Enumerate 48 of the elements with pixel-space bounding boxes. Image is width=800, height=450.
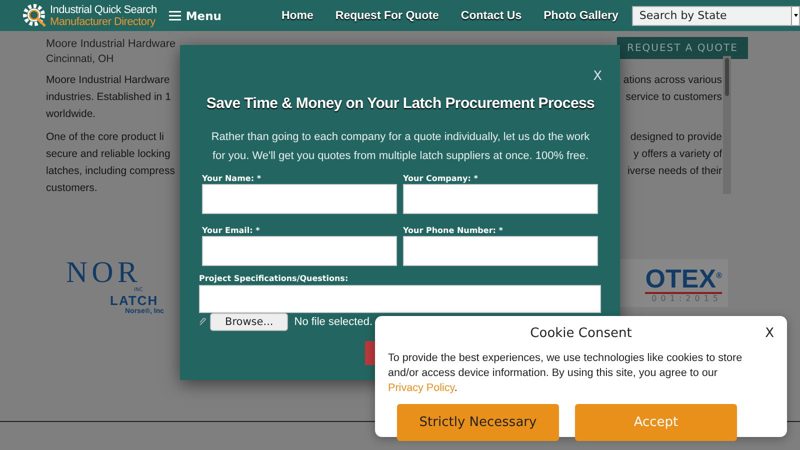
modal-title: Save Time & Money on Your Latch Procurement Process	[205, 94, 596, 114]
description-text: y offers a variety of	[633, 147, 722, 162]
nav-link[interactable]: Request For Quote	[335, 10, 439, 22]
dropdown-arrow-icon	[794, 14, 798, 17]
menu-icon	[168, 10, 181, 20]
field-label: Your Email: *	[202, 226, 261, 235]
logo-text: LATCH	[110, 293, 158, 308]
description-text: ations across various	[623, 73, 722, 88]
description-text: designed to provide	[630, 130, 722, 145]
field-label: Project Specifications/Questions:	[199, 274, 350, 283]
logo-text: NOR	[66, 259, 142, 287]
cookie-title: Cookie Consent	[530, 326, 632, 341]
nav-link[interactable]: Photo Gallery	[544, 10, 618, 22]
paperclip-icon	[199, 318, 207, 326]
state-select[interactable]: Search by State	[632, 6, 800, 26]
request-quote-button[interactable]: REQUEST A QUOTE	[617, 37, 748, 59]
field-label: Your Phone Number: *	[403, 226, 504, 235]
input-field[interactable]	[403, 184, 598, 214]
field-label: Your Name: *	[202, 174, 262, 183]
description-text: latches, including compress	[46, 164, 175, 179]
description-text: customers.	[46, 181, 98, 196]
logo-title[interactable]: Industrial Quick Search	[50, 4, 157, 16]
description-text: One of the core product li	[46, 130, 164, 145]
close-button[interactable]: X	[593, 69, 602, 84]
description-text: iverse needs of their	[627, 164, 722, 179]
file-status: No file selected.	[294, 316, 373, 328]
menu-button[interactable]: Menu	[168, 8, 222, 22]
strictly-necessary-button[interactable]: Strictly Necessary	[397, 404, 559, 441]
cookie-text: To provide the best experiences, we use technologies like cookies to store and/or access device information. By using this site, you agree to our Privacy Policy.	[388, 351, 744, 396]
close-button[interactable]: X	[765, 326, 774, 341]
description-text: industries. Established in 1	[46, 90, 171, 105]
project-textarea[interactable]	[199, 285, 601, 313]
description-text: worldwide.	[46, 107, 96, 122]
browse-button[interactable]: Browse...	[210, 313, 288, 331]
input-field[interactable]	[403, 236, 598, 266]
scrollbar[interactable]	[723, 56, 731, 194]
company-location: Cincinnati, OH	[46, 52, 115, 67]
logo-text: OTEX$^{®}$	[645, 263, 722, 294]
nav-link[interactable]: Home	[281, 10, 314, 22]
field-label: Your Company: *	[403, 174, 479, 183]
gear-magnifier-icon	[22, 2, 48, 28]
nav-link[interactable]: Contact Us	[460, 10, 522, 22]
input-field[interactable]	[202, 184, 397, 214]
description-text: secure and reliable locking	[46, 147, 170, 162]
description-text: service to customers	[626, 90, 722, 105]
input-field[interactable]	[202, 236, 397, 266]
modal-description: Rather than going to each company for a quote individually, let us do the work for you. We'll get you quotes from multiple latch suppliers at once. 100% free.	[210, 130, 591, 164]
description-text: Moore Industrial Hardware	[46, 73, 170, 88]
